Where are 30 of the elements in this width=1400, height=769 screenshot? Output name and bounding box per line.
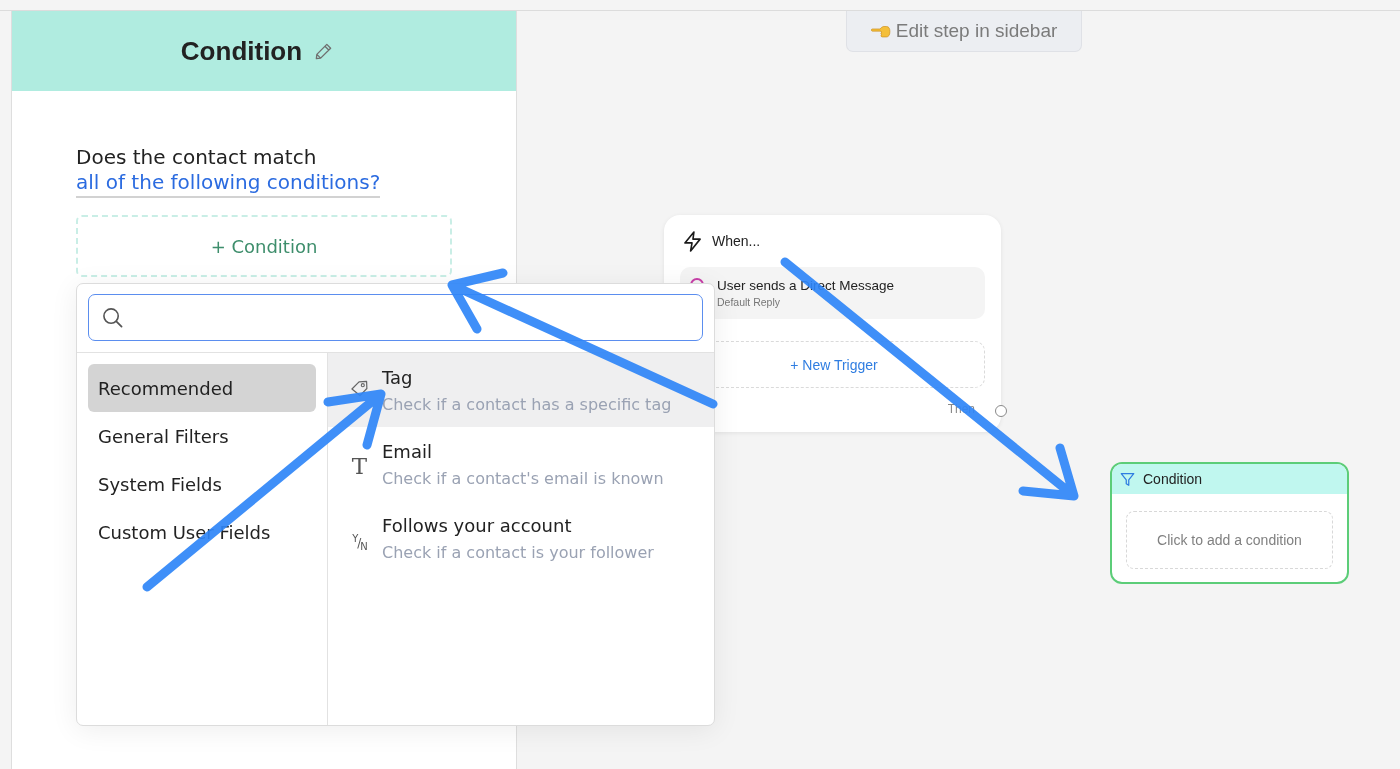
option-description: Check if a contact is your follower <box>382 542 654 564</box>
node-title: When... <box>712 233 761 249</box>
condition-option[interactable]: Tag Check if a contact has a specific tag <box>328 353 714 427</box>
pointing-hand-icon <box>870 23 891 39</box>
condition-node[interactable]: Condition Click to add a condition <box>1110 462 1349 584</box>
option-title: Tag <box>382 366 413 390</box>
option-title: Follows your account <box>382 514 572 538</box>
trigger-subtitle: Default Reply <box>717 296 782 308</box>
category-item[interactable]: Recommended <box>88 364 316 412</box>
search-field[interactable] <box>88 294 703 341</box>
option-description: Check if a contact's email is known <box>382 468 664 490</box>
match-mode-link[interactable]: all of the following conditions? <box>76 170 381 198</box>
add-condition-button[interactable]: Click to add a condition <box>1126 511 1333 569</box>
yes-no-symbol: $^{Y}$/$_{N}$ <box>352 532 367 555</box>
option-description: Check if a contact has a specific tag <box>382 394 672 416</box>
category-item[interactable]: System Fields <box>88 460 316 508</box>
add-condition-button[interactable]: + Condition <box>76 215 452 277</box>
lightning-icon <box>683 230 702 252</box>
node-title: Condition <box>1143 471 1203 487</box>
funnel-icon <box>1120 471 1135 487</box>
text-type-symbol: T <box>351 454 368 481</box>
connection-handle[interactable] <box>995 405 1007 417</box>
edit-step-hint[interactable]: Edit step in sidebar <box>846 11 1082 52</box>
question-text: Does the contact match <box>76 144 317 170</box>
pencil-icon[interactable] <box>314 41 334 61</box>
step-title: Condition <box>180 35 303 67</box>
new-trigger-button[interactable]: + New Trigger <box>716 341 985 388</box>
category-item[interactable]: General Filters <box>88 412 316 460</box>
search-icon <box>102 307 123 328</box>
option-title: Email <box>382 440 432 464</box>
